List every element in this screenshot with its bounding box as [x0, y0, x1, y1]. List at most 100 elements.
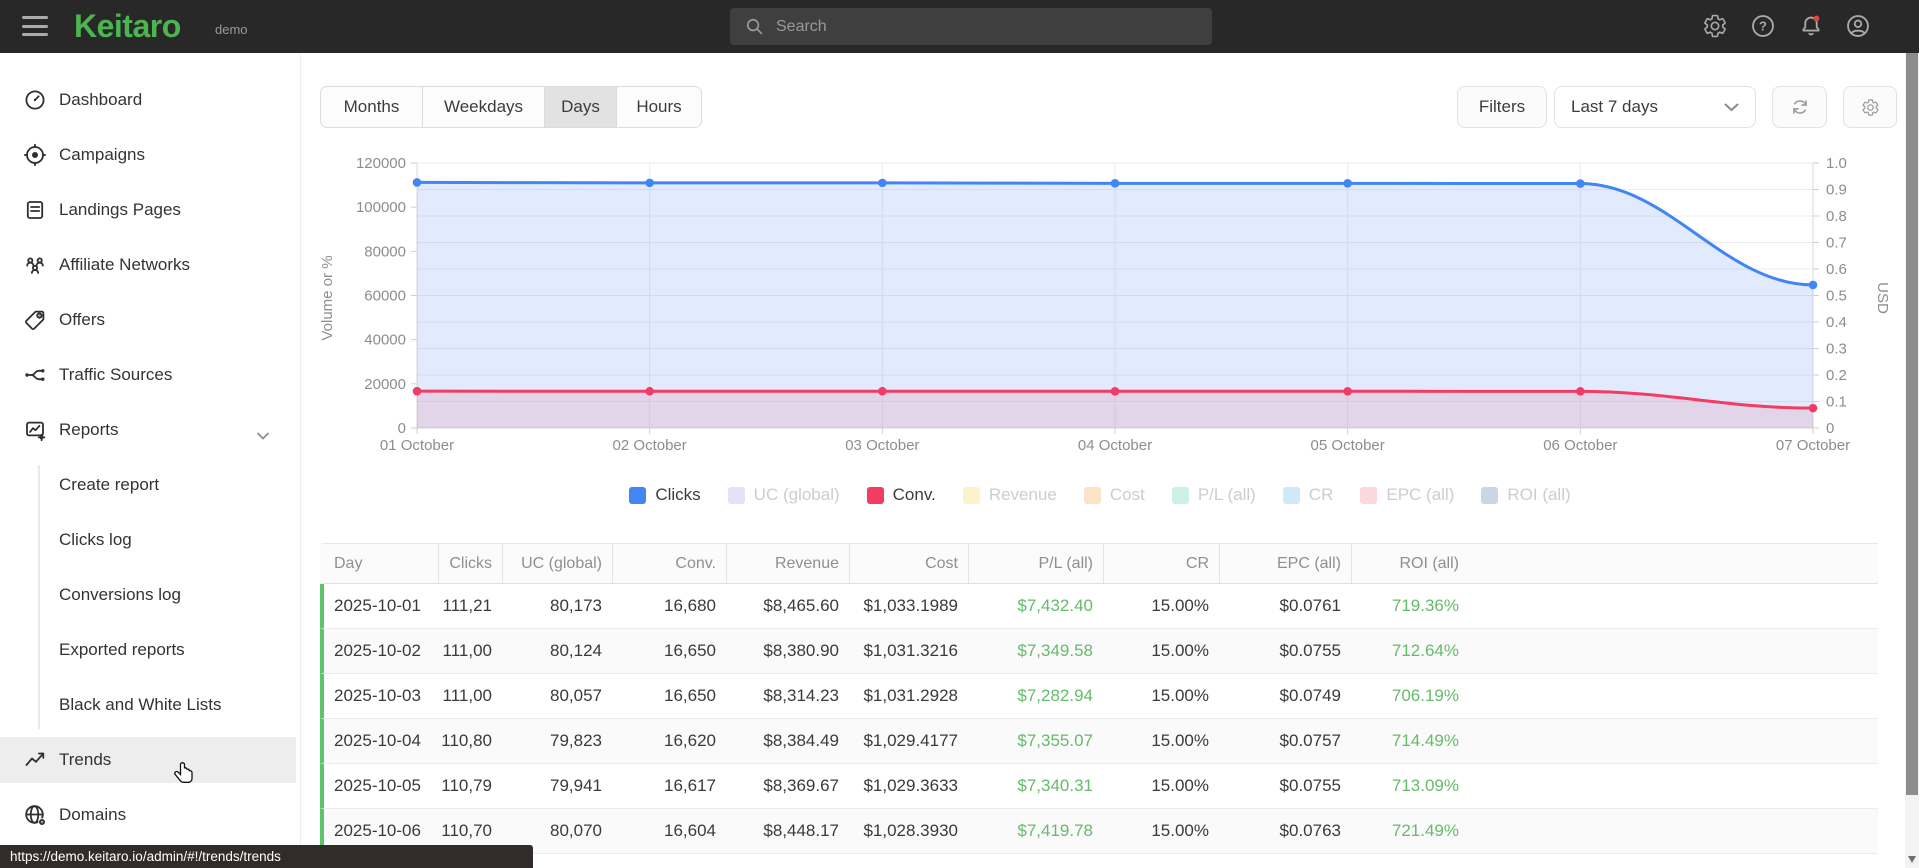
column-header-conv[interactable]: Conv. — [612, 544, 726, 583]
cell-cost: $1,033.1989 — [863, 596, 958, 615]
legend-item-conv[interactable]: Conv. — [866, 485, 936, 505]
series-point-conv — [1808, 403, 1818, 413]
hamburger-menu-icon[interactable] — [22, 16, 48, 36]
left-tick-label: 120000 — [356, 155, 406, 172]
series-point-conv — [878, 386, 887, 396]
column-header-cr[interactable]: CR — [1103, 544, 1219, 583]
legend-swatch — [629, 486, 647, 504]
svg-text:$: $ — [38, 313, 41, 318]
legend-item-cost[interactable]: Cost — [1083, 485, 1145, 505]
cell-p-l-all: $7,340.31 — [1017, 776, 1093, 795]
cell-day: 2025-10-01 — [334, 596, 421, 615]
trends-table: Day Clicks UC (global) Conv. Revenue Cost P/L … — [320, 543, 1878, 868]
sidebar-item-domains[interactable]: Domains — [0, 792, 296, 838]
sidebar-item-dashboard[interactable]: Dashboard — [0, 77, 296, 123]
global-search[interactable] — [730, 8, 1212, 45]
column-header-revenue[interactable]: Revenue — [726, 544, 849, 583]
date-range-select[interactable]: Last 7 days — [1554, 86, 1756, 128]
cell-conv: 16,620 — [664, 731, 716, 750]
sidebar-item-conversions-log[interactable]: Conversions log — [0, 572, 296, 618]
settings-gear-icon[interactable] — [1702, 13, 1728, 39]
sidebar-item-label: Create report — [59, 475, 160, 494]
left-tick-label: 60000 — [364, 288, 406, 305]
chart-settings-button[interactable] — [1843, 86, 1897, 128]
left-tick-label: 0 — [398, 420, 406, 437]
tab-weekdays[interactable]: Weekdays — [423, 87, 545, 127]
sidebar-item-label: Domains — [59, 805, 127, 824]
column-header-cost[interactable]: Cost — [849, 544, 968, 583]
sidebar-item-campaigns[interactable]: Campaigns — [0, 132, 296, 178]
cell-cr: 15.00% — [1103, 854, 1219, 868]
refresh-button[interactable] — [1772, 86, 1827, 128]
column-header-epc-all[interactable]: EPC (all) — [1219, 544, 1351, 583]
cell-revenue: $4,034.34 — [726, 854, 849, 868]
main-content: Months Weekdays Days Hours Filters Last 7 d… — [300, 53, 1905, 868]
sidebar-item-traffic-sources[interactable]: Traffic Sources — [0, 352, 296, 398]
cell-cr: 15.00% — [1151, 731, 1209, 750]
sidebar-item-affiliate-networks[interactable]: Affiliate Networks — [0, 242, 296, 288]
topbar: Keitaro demo ? — [0, 0, 1919, 53]
landing-pages-icon — [23, 198, 47, 222]
series-point-conv — [1576, 387, 1585, 396]
cell-day: 2025-10-02 — [334, 641, 421, 660]
sidebar-item-trends[interactable]: Trends — [0, 737, 296, 783]
scrollbar-down-arrow[interactable] — [1908, 856, 1916, 863]
legend-item-epc-all[interactable]: EPC (all) — [1360, 485, 1454, 505]
cell-clicks: 111,00 — [442, 686, 492, 705]
filters-button[interactable]: Filters — [1457, 86, 1547, 128]
x-tick-label: 05 October — [1311, 437, 1385, 454]
tab-days[interactable]: Days — [545, 87, 617, 127]
legend-item-revenue[interactable]: Revenue — [962, 485, 1057, 505]
table-row-2025-10-02: 2025-10-02 111,00 80,124 16,650 $8,380.90 $1,… — [320, 629, 1878, 674]
search-icon — [746, 18, 763, 35]
column-header-day[interactable]: Day — [324, 544, 438, 583]
cell-day: 2025-10-05 — [334, 776, 421, 795]
cell-conv: 16,650 — [664, 686, 716, 705]
right-tick-label: 0.9 — [1826, 182, 1847, 199]
sidebar-item-offers[interactable]: $ Offers — [0, 297, 296, 343]
sidebar-item-label: Clicks log — [59, 530, 132, 549]
scrollbar-thumb[interactable] — [1906, 53, 1918, 795]
help-icon[interactable]: ? — [1750, 13, 1776, 39]
sidebar-item-create-report[interactable]: Create report — [0, 462, 296, 508]
sidebar-item-landings-pages[interactable]: Landings Pages — [0, 187, 296, 233]
sidebar-item-exported-reports[interactable]: Exported reports — [0, 627, 296, 673]
account-icon[interactable] — [1845, 13, 1871, 39]
sidebar-item-black-and-white-lists[interactable]: Black and White Lists — [0, 682, 296, 728]
series-point-conv — [412, 386, 422, 396]
cell-conv: 16,680 — [664, 596, 716, 615]
cell-clicks: 111,21 — [442, 596, 492, 615]
cell-spacer — [1469, 629, 1876, 673]
notifications-bell-icon[interactable] — [1798, 13, 1824, 39]
x-tick-label: 02 October — [613, 437, 687, 454]
sidebar-item-label: Reports — [59, 420, 119, 439]
column-header-clicks[interactable]: Clicks — [438, 544, 502, 583]
column-header-p-l-all[interactable]: P/L (all) — [968, 544, 1103, 583]
cell-epc-all: $0.0755 — [1279, 776, 1341, 795]
column-header-roi-all[interactable]: ROI (all) — [1351, 544, 1469, 583]
app-logo[interactable]: Keitaro — [74, 8, 181, 45]
filters-button-label: Filters — [1478, 97, 1526, 116]
legend-item-cr[interactable]: CR — [1282, 485, 1333, 505]
trends-chart: 0 0.1 0.2 0.3 0.4 0.5 0.6 0.7 0.8 0.9 1.0 01 Octobe… — [319, 155, 1891, 454]
search-input[interactable] — [774, 16, 1212, 37]
cell-spacer — [1469, 764, 1876, 808]
sidebar-item-reports[interactable]: Reports — [0, 407, 296, 453]
right-axis-title: USD — [1874, 282, 1891, 314]
legend-item-clicks[interactable]: Clicks — [629, 485, 701, 505]
legend-item-uc-global[interactable]: UC (global) — [727, 485, 840, 505]
legend-item-p-l-all[interactable]: P/L (all) — [1171, 485, 1256, 505]
legend-swatch — [1481, 486, 1499, 504]
sidebar-item-label: Dashboard — [59, 90, 143, 109]
cell-spacer — [1469, 674, 1876, 718]
legend-swatch — [962, 486, 980, 504]
right-tick-label: 0.7 — [1826, 235, 1847, 252]
cell-conv: 16,650 — [664, 641, 716, 660]
tab-months[interactable]: Months — [321, 87, 423, 127]
cell-roi-all: 712.64% — [1391, 641, 1459, 660]
cell-spacer — [1469, 809, 1876, 853]
tab-hours[interactable]: Hours — [617, 87, 701, 127]
legend-item-roi-all[interactable]: ROI (all) — [1481, 485, 1571, 505]
column-header-uc-global[interactable]: UC (global) — [502, 544, 612, 583]
sidebar-item-clicks-log[interactable]: Clicks log — [0, 517, 296, 563]
